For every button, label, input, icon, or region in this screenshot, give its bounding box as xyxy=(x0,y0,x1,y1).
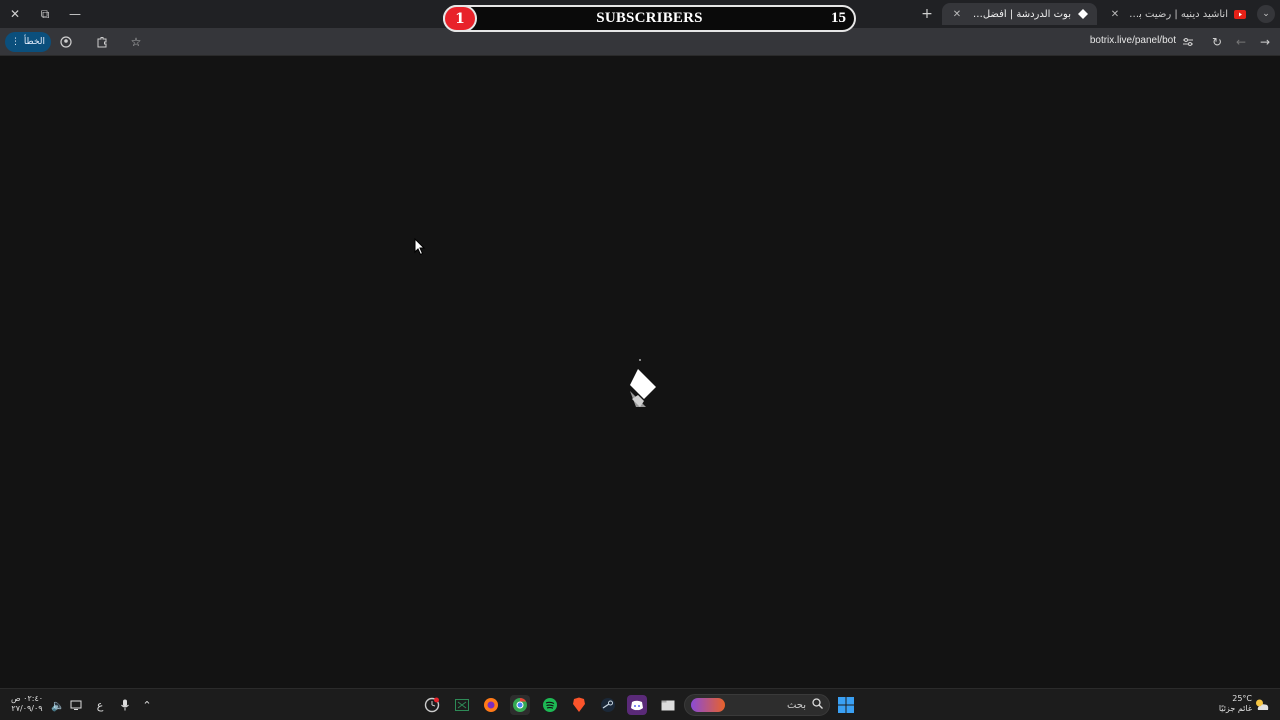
new-tab-button[interactable]: + xyxy=(918,5,936,23)
tab-close-icon[interactable]: ✕ xyxy=(950,9,964,20)
kebab-menu-icon: ⋮ xyxy=(11,37,20,47)
bookmark-star-icon[interactable]: ☆ xyxy=(126,32,146,52)
botrix-icon xyxy=(1077,8,1089,20)
app-firefox-icon[interactable] xyxy=(481,695,501,715)
tab-search-chevron-icon[interactable]: ⌄ xyxy=(1257,5,1275,23)
microphone-icon[interactable] xyxy=(115,695,135,715)
app-chrome-icon[interactable] xyxy=(510,695,530,715)
search-placeholder: بحث xyxy=(786,699,806,711)
youtube-icon xyxy=(1234,8,1246,20)
tab-youtube[interactable]: اناشيد دينيه | رضيت بالله ربا - بالإ ✕ xyxy=(1100,3,1254,25)
restore-window-button[interactable]: ⧉ xyxy=(30,0,60,28)
loading-spinner-icon xyxy=(630,369,656,407)
app-brave-icon[interactable] xyxy=(569,695,589,715)
loader-dot xyxy=(639,359,641,361)
search-icon xyxy=(812,698,823,712)
tab-title: اناشيد دينيه | رضيت بالله ربا - بالإ xyxy=(1128,8,1228,20)
windows-start-icon[interactable] xyxy=(836,695,856,715)
taskbar-search-box[interactable]: بحث xyxy=(684,694,830,716)
app-file-explorer-icon[interactable] xyxy=(658,695,678,715)
network-icon[interactable] xyxy=(66,695,86,715)
weather-widget[interactable]: 25°C غائم جزئيًا xyxy=(1212,694,1252,714)
weather-desc: غائم جزئيًا xyxy=(1218,704,1252,713)
back-arrow-icon[interactable]: ← xyxy=(1231,32,1251,52)
app-spotify-icon[interactable] xyxy=(540,695,560,715)
minimize-window-button[interactable]: — xyxy=(60,0,90,28)
error-label: الخطأ xyxy=(23,37,45,47)
extensions-icon[interactable] xyxy=(92,32,112,52)
partly-cloudy-icon xyxy=(1252,695,1272,715)
system-clock[interactable]: ٠٢:٤٠ ص ٢٧/٠٩/٠٩ xyxy=(8,694,46,714)
chevron-up-icon[interactable]: ⌃ xyxy=(137,695,157,715)
weather-temp: 25°C xyxy=(1232,694,1252,703)
profile-icon[interactable] xyxy=(56,32,76,52)
app-steam-icon[interactable] xyxy=(598,695,618,715)
app-xbox-icon[interactable] xyxy=(452,695,472,715)
tab-title: بوت الدردشة | أفضل برنامج لتعزيز xyxy=(970,8,1071,20)
error-menu-button[interactable]: ⋮ الخطأ xyxy=(5,32,51,52)
reload-icon[interactable]: ↻ xyxy=(1207,32,1227,52)
subscriber-goal-overlay: 1 SUBSCRIBERS 15 xyxy=(443,5,856,32)
address-bar-url[interactable]: botrix.live/panel/bot xyxy=(1090,35,1176,46)
os-taskbar: ٠٢:٤٠ ص ٢٧/٠٩/٠٩ 🔈 ع ⌃ بحث 25°C غائم جزئ… xyxy=(0,688,1280,720)
search-highlight-image-icon xyxy=(691,698,725,712)
tab-botrix[interactable]: بوت الدردشة | أفضل برنامج لتعزيز ✕ xyxy=(942,3,1097,25)
tab-close-icon[interactable]: ✕ xyxy=(1108,9,1122,20)
keyboard-language[interactable]: ع xyxy=(90,695,110,715)
app-clock-icon[interactable] xyxy=(422,695,442,715)
mouse-cursor-icon xyxy=(414,238,426,256)
browser-toolbar: ⋮ الخطأ ☆ botrix.live/panel/bot ↻ ← → xyxy=(0,28,1280,56)
app-discord-icon[interactable] xyxy=(627,695,647,715)
close-window-button[interactable]: ✕ xyxy=(0,0,30,28)
forward-arrow-icon[interactable]: → xyxy=(1255,32,1275,52)
clock-date: ٢٧/٠٩/٠٩ xyxy=(11,704,43,713)
subscriber-label: SUBSCRIBERS xyxy=(596,10,703,26)
subscriber-goal-count: 15 xyxy=(831,10,846,26)
site-settings-icon[interactable] xyxy=(1178,32,1198,52)
volume-icon[interactable]: 🔈 xyxy=(48,695,68,715)
clock-time: ٠٢:٤٠ ص xyxy=(10,694,44,703)
